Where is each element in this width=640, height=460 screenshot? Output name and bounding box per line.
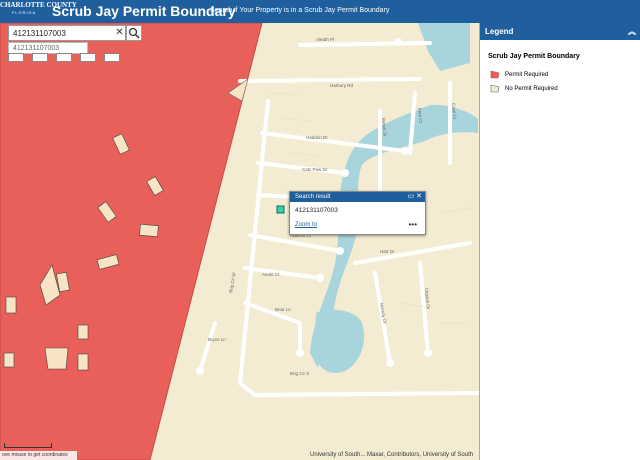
road-harbury	[238, 77, 422, 83]
legend-item-permit-required: Permit Required	[490, 70, 548, 79]
street-label: Bryce Ln	[208, 337, 226, 342]
legend-item-label: Permit Required	[505, 71, 549, 78]
zoom-to-link[interactable]: Zoom to	[295, 222, 317, 228]
legend-layer-name: Scrub Jay Permit Boundary	[488, 53, 580, 60]
no-permit-swatch	[490, 84, 500, 93]
building	[77, 324, 89, 340]
road-aleath	[298, 41, 432, 47]
street-label: Brig Cir S	[290, 371, 309, 376]
close-icon[interactable]: ✕	[416, 193, 422, 200]
search-input[interactable]: 412131107003	[8, 25, 126, 41]
legend-item-label: No Permit Required	[505, 85, 558, 92]
logo-line-1: CHARLOTTE COUNTY	[0, 1, 77, 9]
more-options-icon[interactable]: •••	[409, 220, 417, 229]
street-label: Briar Ln	[275, 307, 291, 312]
permit-required-swatch	[490, 70, 500, 79]
street-label: Aleath Pl	[316, 37, 334, 42]
street-label: Anole Ct	[262, 272, 280, 277]
app-header: CHARLOTTE COUNTY FLORIDA Scrub Jay Permi…	[0, 0, 640, 23]
app-subtitle: Search if Your Property is in a Scrub Ja…	[210, 7, 390, 14]
search-icon	[128, 27, 140, 39]
street-label: Hart Dr	[380, 249, 395, 254]
building	[5, 296, 17, 314]
popup-header: Search result ▭ ✕	[290, 192, 425, 202]
share-button[interactable]	[104, 53, 120, 62]
search-result-popup: Search result ▭ ✕ 412131107003 Zoom to •…	[289, 191, 426, 235]
building	[77, 353, 89, 371]
measure-button[interactable]	[32, 53, 48, 62]
street-label: Cats Paw Dr	[302, 167, 328, 172]
logo-line-2: FLORIDA	[11, 10, 37, 15]
street-label: Haddon Dr	[306, 135, 328, 140]
search-button[interactable]	[126, 25, 142, 41]
maximize-icon[interactable]: ▭	[408, 193, 415, 200]
popup-parcel-id: 412131107003	[295, 207, 338, 214]
legend-item-no-permit: No Permit Required	[490, 84, 558, 93]
legend-header[interactable]: Legend ︽	[480, 23, 640, 40]
layers-button[interactable]	[80, 53, 96, 62]
map-attribution: University of South... Maxar, Contributo…	[310, 452, 474, 458]
legend-title: Legend	[485, 27, 514, 36]
print-button[interactable]	[56, 53, 72, 62]
clear-search-button[interactable]: ✕	[113, 25, 126, 41]
app-title: Scrub Jay Permit Boundary	[52, 3, 236, 19]
street-label: Harbury Rd	[330, 83, 354, 88]
building	[44, 347, 69, 370]
building	[3, 352, 15, 368]
popup-title: Search result	[295, 194, 331, 200]
selected-parcel-marker[interactable]	[276, 205, 285, 214]
coordinates-hint: ove mouse to get coordinates	[0, 451, 77, 460]
scale-bar	[4, 443, 52, 448]
county-logo: CHARLOTTE COUNTY FLORIDA	[0, 1, 77, 21]
map-toolbar	[8, 53, 120, 62]
home-button[interactable]	[8, 53, 24, 62]
legend-panel: Legend ︽ Scrub Jay Permit Boundary Permi…	[479, 23, 640, 460]
collapse-icon[interactable]: ︽	[628, 23, 636, 40]
popup-controls: ▭ ✕	[408, 192, 422, 202]
building	[139, 223, 159, 238]
